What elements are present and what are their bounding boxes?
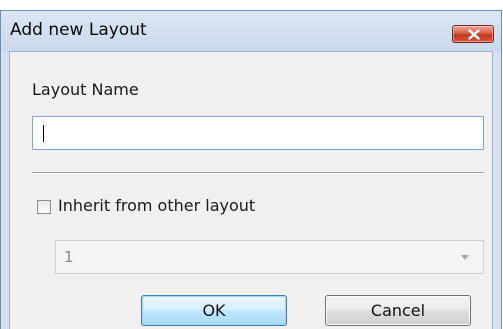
close-button[interactable]	[452, 25, 494, 43]
separator	[32, 172, 484, 174]
text-caret	[43, 125, 44, 142]
inherit-label[interactable]: Inherit from other layout	[58, 196, 255, 215]
layout-name-label: Layout Name	[32, 80, 139, 99]
chevron-down-icon	[461, 255, 469, 260]
close-icon	[468, 29, 480, 40]
add-layout-dialog: Add new Layout Layout Name Inherit from …	[0, 10, 502, 329]
inherit-layout-select: 1	[55, 240, 484, 274]
ok-button[interactable]: OK	[141, 295, 287, 326]
screen: Add new Layout Layout Name Inherit from …	[0, 0, 503, 329]
title-bar[interactable]: Add new Layout	[1, 11, 501, 51]
inherit-layout-value: 1	[64, 248, 74, 266]
inherit-checkbox[interactable]	[37, 200, 51, 214]
cancel-button[interactable]: Cancel	[325, 295, 471, 326]
layout-name-input[interactable]	[32, 116, 484, 150]
dialog-body: Layout Name Inherit from other layout 1 …	[9, 51, 493, 329]
window-title: Add new Layout	[10, 20, 147, 40]
